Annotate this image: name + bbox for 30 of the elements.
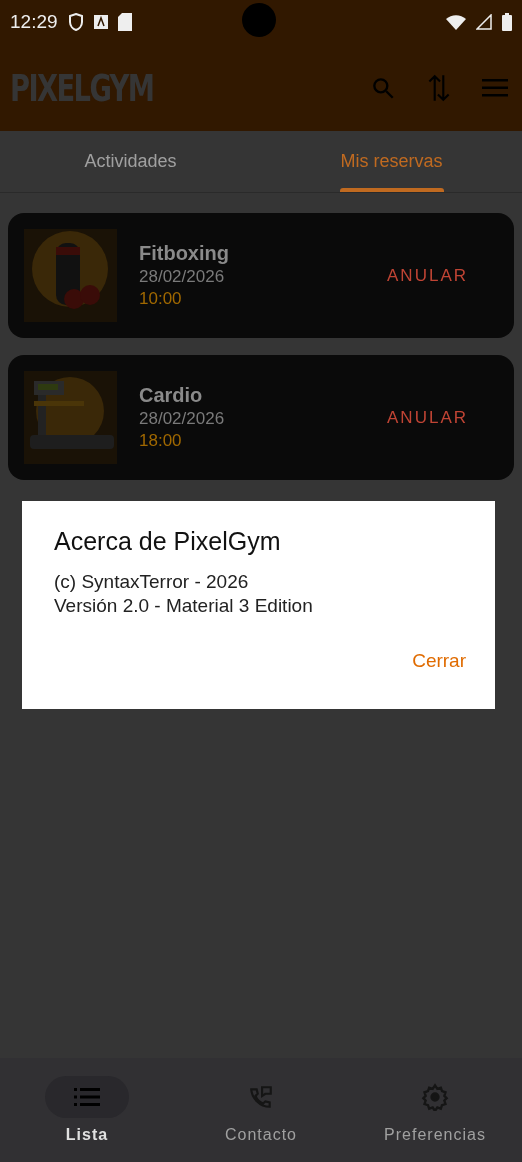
- shield-icon: [67, 13, 84, 31]
- text-icon: [93, 15, 108, 29]
- activity-name: Fitboxing: [139, 242, 230, 265]
- cancel-button[interactable]: ANULAR: [379, 401, 498, 434]
- nav-item[interactable]: Contacto: [174, 1058, 348, 1162]
- nav-item[interactable]: Preferencias: [348, 1058, 522, 1162]
- nav-item[interactable]: Lista: [0, 1058, 174, 1162]
- tab[interactable]: Mis reservas: [261, 131, 522, 192]
- camera-hole: [242, 3, 276, 37]
- signal-icon: [476, 14, 492, 30]
- reservation-time: 10:00: [139, 289, 183, 309]
- sort-icon: [426, 72, 452, 103]
- close-button[interactable]: Cerrar: [412, 644, 466, 678]
- sd-card-icon: [117, 13, 132, 31]
- phone-message-icon: [248, 1084, 274, 1110]
- reservation-date: 28/02/2026: [139, 409, 226, 429]
- battery-icon: [502, 13, 512, 31]
- reservation-time: 18:00: [139, 431, 183, 451]
- wifi-icon: [446, 14, 466, 30]
- dialog-text: Versión 2.0 - Material 3 Edition: [54, 594, 314, 618]
- dialog-title: Acerca de PixelGym: [54, 527, 282, 556]
- list-icon: [74, 1087, 100, 1107]
- dialog-text: (c) SyntaxTerror - 2026: [54, 570, 250, 594]
- tab[interactable]: Actividades: [0, 131, 261, 192]
- reservation-date: 28/02/2026: [139, 267, 226, 287]
- activity-name: Cardio: [139, 384, 204, 407]
- settings-icon: [421, 1083, 449, 1111]
- menu-icon: [482, 77, 508, 98]
- cancel-button[interactable]: ANULAR: [379, 259, 498, 292]
- status-time: 12:29: [10, 11, 58, 33]
